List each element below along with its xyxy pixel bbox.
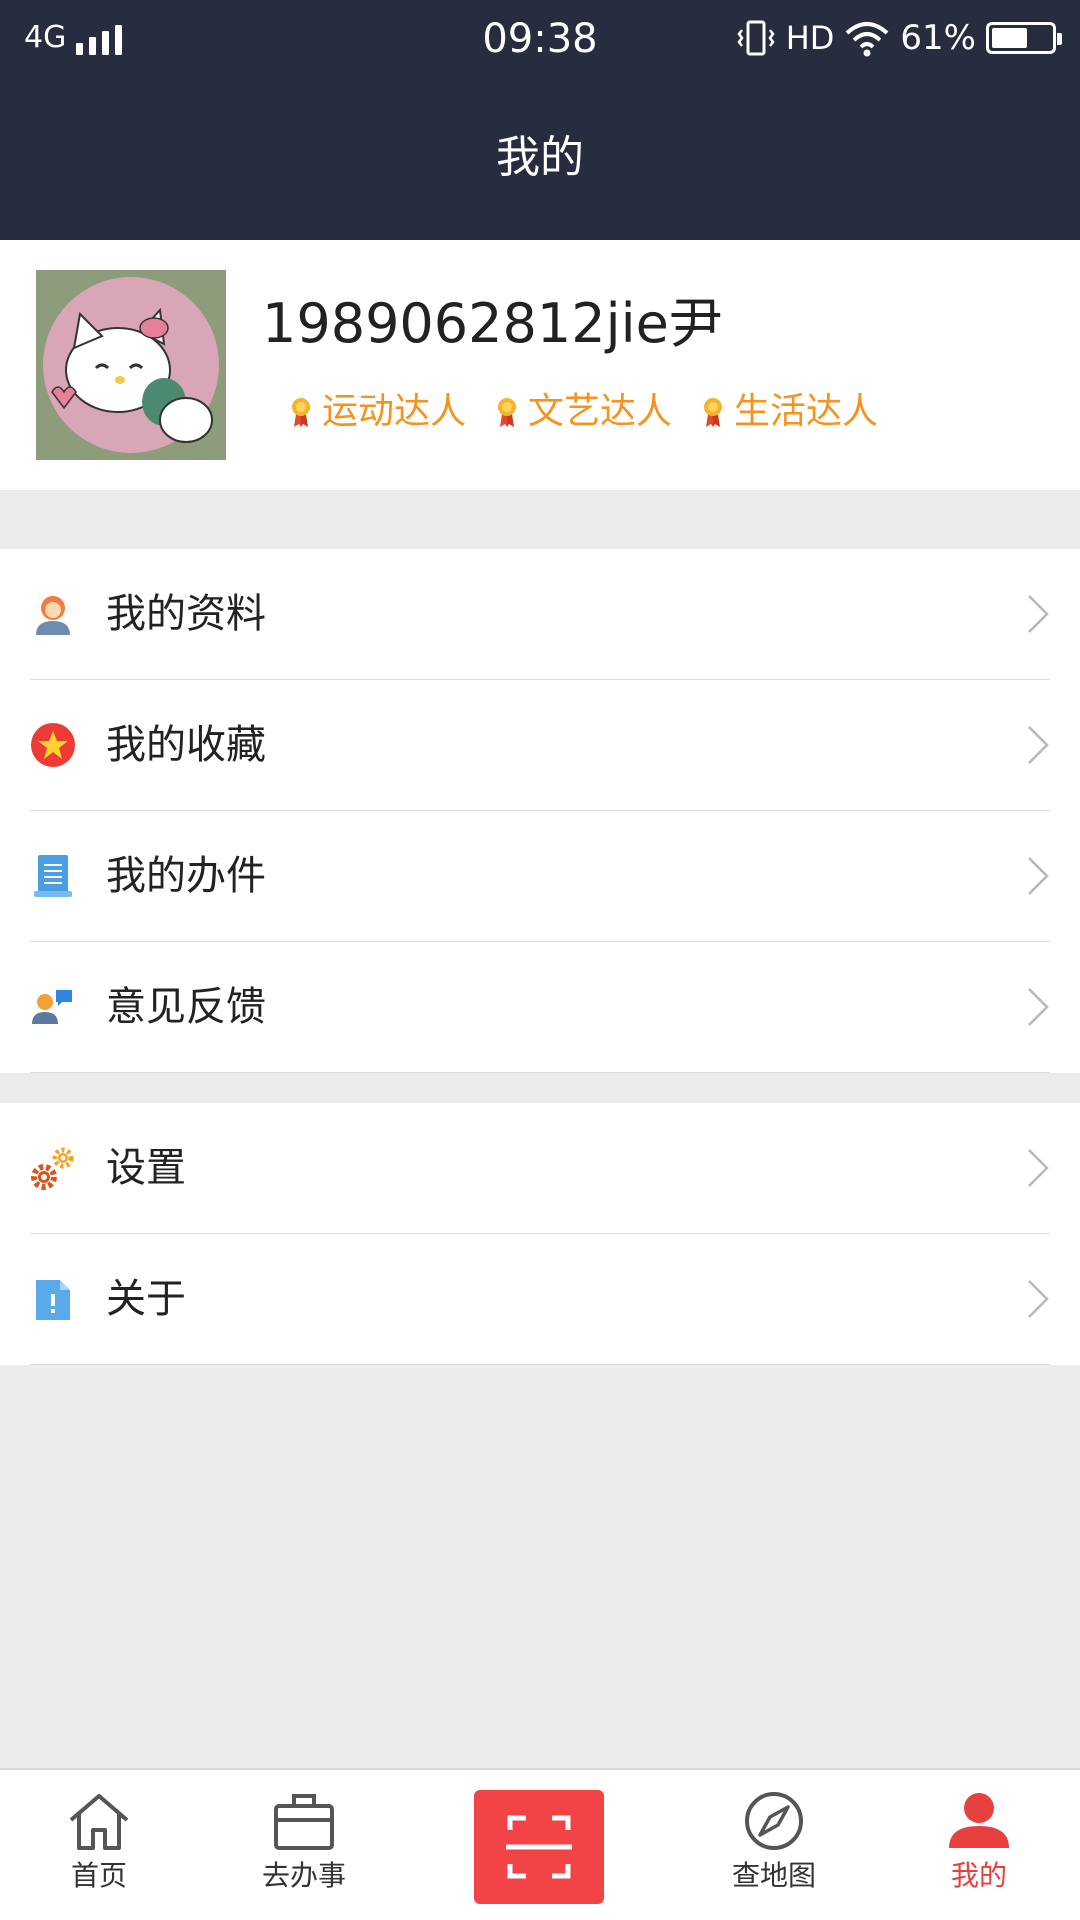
menu-label: 我的收藏	[106, 722, 266, 768]
user-profile-icon	[36, 596, 70, 635]
gear-icon	[31, 1147, 74, 1190]
menu-group-account: 我的资料 我的收藏 我的办件 意见反馈	[0, 549, 1080, 1073]
info-file-icon	[36, 1280, 70, 1320]
feedback-icon	[32, 990, 72, 1024]
medal-icon	[498, 398, 517, 427]
menu-label: 设置	[106, 1145, 186, 1191]
status-bar: 4G 09:38 HD 61%	[0, 0, 1080, 80]
tab-home[interactable]: 首页	[19, 1790, 179, 1896]
briefcase-icon	[274, 1794, 334, 1850]
menu-item-my-favorites[interactable]: 我的收藏	[30, 680, 1050, 811]
star-icon	[31, 723, 75, 767]
menu-item-feedback[interactable]: 意见反馈	[30, 942, 1050, 1073]
page-title: 我的	[496, 132, 584, 183]
document-icon	[34, 855, 72, 897]
menu-label: 关于	[106, 1276, 186, 1322]
profile-card[interactable]: 1989062812jie尹 运动达人 文艺达人 生活达人	[0, 240, 1080, 490]
hd-indicator: HD	[785, 19, 835, 57]
tag-label: 生活达人	[734, 391, 879, 432]
tab-map[interactable]: 查地图	[694, 1790, 854, 1896]
tab-tasks[interactable]: 去办事	[224, 1790, 384, 1896]
tag-label: 运动达人	[322, 391, 467, 432]
tab-label: 我的	[950, 1859, 1007, 1892]
chevron-right-icon	[1028, 726, 1049, 764]
wifi-icon	[846, 22, 889, 57]
home-icon	[69, 1794, 129, 1850]
menu-label: 我的资料	[106, 591, 266, 637]
scan-button[interactable]	[474, 1790, 604, 1904]
tab-label: 查地图	[731, 1859, 816, 1892]
medal-icon	[292, 398, 310, 427]
achievement-tags: 运动达人 文艺达人 生活达人	[290, 388, 878, 436]
scan-icon	[506, 1815, 572, 1879]
battery-percentage: 61%	[900, 18, 976, 58]
tag-item: 运动达人	[290, 388, 466, 436]
tag-label: 文艺达人	[528, 391, 673, 432]
medal-icon	[704, 398, 723, 427]
menu-item-my-profile[interactable]: 我的资料	[30, 549, 1050, 680]
top-bar: 4G 09:38 HD 61% 我的	[0, 0, 1080, 240]
chevron-right-icon	[1028, 1149, 1049, 1187]
vibrate-icon	[737, 20, 775, 56]
tag-item: 文艺达人	[496, 388, 672, 436]
avatar[interactable]	[36, 270, 226, 460]
tab-label: 首页	[70, 1859, 127, 1892]
user-icon	[949, 1793, 1009, 1848]
username: 1989062812jie尹	[262, 292, 723, 355]
battery-icon	[986, 22, 1062, 54]
chevron-right-icon	[1028, 1280, 1049, 1318]
tab-mine[interactable]: 我的	[899, 1790, 1059, 1896]
tab-label: 去办事	[261, 1859, 346, 1892]
menu-item-settings[interactable]: 设置	[30, 1103, 1050, 1234]
menu-item-about[interactable]: 关于	[30, 1234, 1050, 1365]
menu-group-system: 设置 关于	[0, 1103, 1080, 1365]
menu-item-my-applications[interactable]: 我的办件	[30, 811, 1050, 942]
menu-label: 我的办件	[106, 853, 266, 899]
bottom-tab-bar: 首页 去办事 查地图 我的	[0, 1768, 1080, 1920]
tag-item: 生活达人	[702, 388, 878, 436]
chevron-right-icon	[1028, 857, 1049, 895]
chevron-right-icon	[1028, 988, 1049, 1026]
chevron-right-icon	[1028, 595, 1049, 633]
compass-icon	[745, 1792, 803, 1850]
menu-label: 意见反馈	[106, 984, 266, 1030]
